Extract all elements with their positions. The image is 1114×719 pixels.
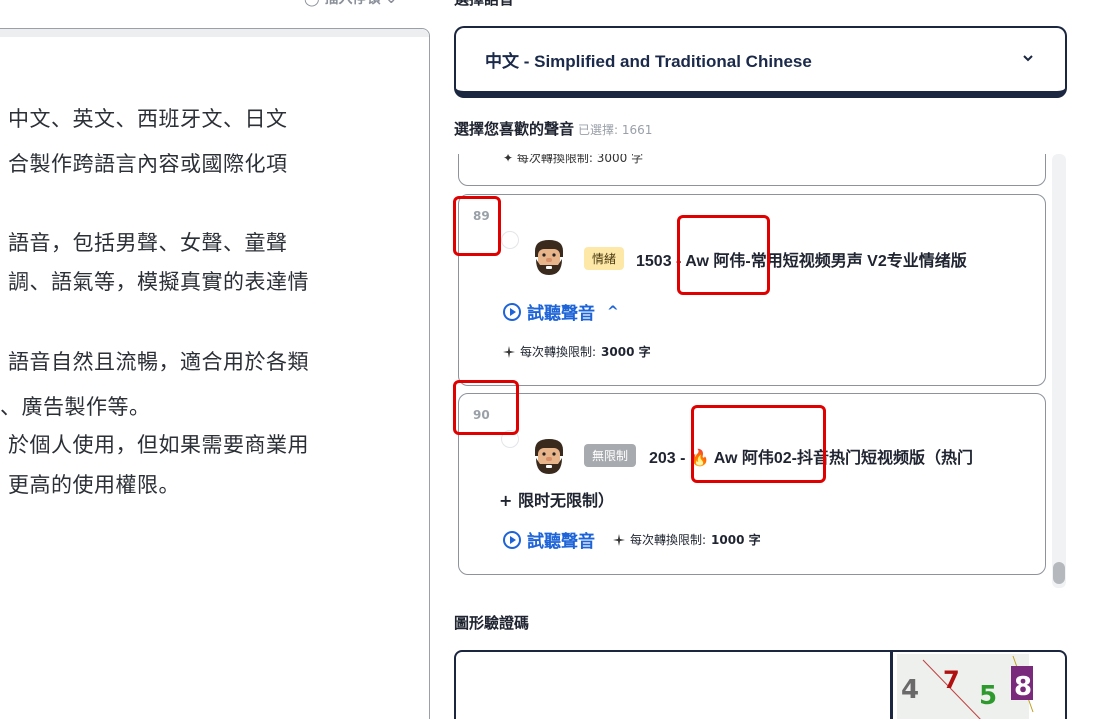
voice-name-continued: + 限时无限制） [499,491,614,510]
avatar [529,237,569,277]
voice-list-scrollbar[interactable] [1052,154,1066,588]
preview-voice-button[interactable]: 試聽聲音 [503,527,595,552]
scrollbar-thumb[interactable] [1053,562,1065,584]
limit-value: 1000 字 [711,533,761,547]
preview-voice-label: 試聽聲音 [527,532,595,552]
play-circle-icon [503,530,521,549]
annotation-box [677,215,770,295]
svg-text:7: 7 [943,666,960,694]
captcha-title: 圖形驗證碼 [454,614,530,632]
panel-top-strip [0,29,429,37]
avatar [529,436,569,476]
text-line: 、廣告製作等。 [0,395,151,419]
limit-label: 每次轉換限制: [520,345,597,359]
text-line: 更高的使用權限。 [8,473,180,497]
limit-info: 每次轉換限制: 3000 字 [503,343,651,360]
language-select[interactable]: 中文 - Simplified and Traditional Chinese [454,26,1067,98]
voice-section-label: 選擇您喜歡的聲音 [454,120,575,138]
text-line: 語音，包括男聲、女聲、童聲 [8,231,288,255]
sparkle-icon [613,533,625,546]
voice-section-title: 選擇您喜歡的聲音 已選擇: 1661 [454,118,652,139]
annotation-box [453,380,519,435]
limit-text: ✦ 每次轉換限制: 3000 字 [503,154,644,165]
annotation-box [691,405,826,483]
captcha-image[interactable]: 4 7 5 8 [892,650,1067,719]
text-line: 中文、英文、西班牙文、日文 [8,107,288,131]
preview-voice-label: 試聽聲音 [527,304,595,324]
svg-text:8: 8 [1014,672,1032,702]
text-line: 調、語氣等，模擬真實的表達情 [8,270,309,294]
preview-voice-button[interactable]: 試聽聲音 ^ [503,299,619,324]
emotion-badge: 情緒 [584,247,625,270]
svg-text:4: 4 [901,675,919,705]
play-circle-icon [503,302,521,321]
captcha-input[interactable] [454,650,892,719]
limit-info: 每次轉換限制: 1000 字 [613,531,761,548]
limit-value: 3000 字 [601,345,651,359]
svg-text:5: 5 [979,681,997,711]
unlimited-badge: 無限制 [584,444,637,467]
voice-radio[interactable] [501,231,519,249]
annotation-box [453,196,501,256]
language-select-value: 中文 - Simplified and Traditional Chinese [485,52,812,71]
language-heading: 選擇語音 [454,0,514,9]
selected-count: 已選擇: 1661 [578,123,653,137]
text-line: 語音自然且流暢，適合用於各類 [8,350,309,374]
text-line: 合製作跨語言內容或國際化項 [8,152,288,176]
chevron-down-icon [1021,50,1035,69]
sparkle-icon [503,345,515,358]
insert-pause-button[interactable]: ◯ 插入停頓 ⌄ [304,0,397,8]
limit-label: 每次轉換限制: [630,533,707,547]
chevron-up-icon[interactable]: ^ [607,304,619,320]
text-line: 於個人使用，但如果需要商業用 [8,433,309,457]
voice-card-partial[interactable]: ✦ 每次轉換限制: 3000 字 [458,154,1046,186]
